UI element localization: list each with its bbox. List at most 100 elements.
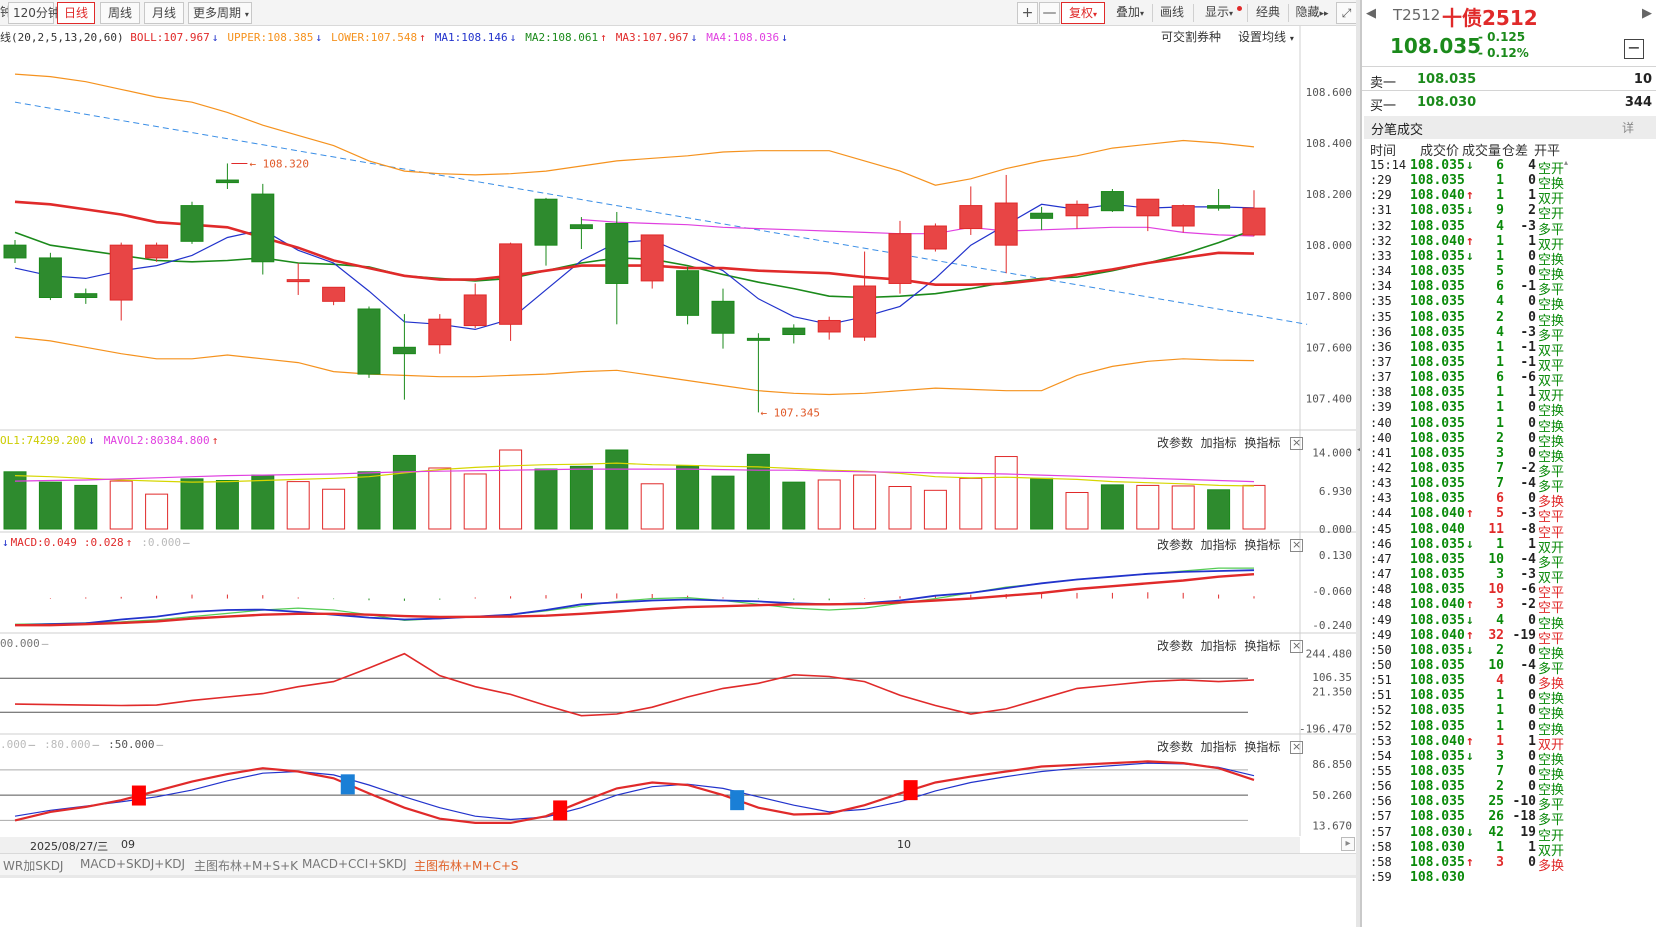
minimize-icon[interactable]: −	[1624, 39, 1644, 59]
tick-row: :51 108.035 4 0 多换	[1362, 673, 1656, 692]
period-monthly[interactable]: 月线	[144, 2, 184, 24]
tick-row: :47 108.035 3 -3 双平	[1362, 567, 1656, 586]
tick-volume: 1	[1496, 385, 1504, 401]
tick-oi-change: 0	[1528, 748, 1536, 764]
divider	[1362, 66, 1656, 67]
zoom-in-button[interactable]: +	[1017, 2, 1038, 24]
tick-oi-change: 0	[1528, 779, 1536, 795]
kdj-legend: .000—:80.000—:50.000—	[0, 738, 172, 751]
set-ma-dropdown[interactable]: 设置均线 ▾	[1238, 28, 1294, 45]
more-periods-dropdown[interactable]: 更多周期 ▾	[188, 2, 252, 24]
tab-macd-skdj-kdj[interactable]: MACD+SKDJ+KDJ	[80, 857, 185, 871]
cci-legend: 00.000—	[0, 637, 57, 650]
hide-button[interactable]: 隐藏▸▸	[1292, 2, 1332, 24]
legend-trend-icon: ↓	[509, 31, 517, 44]
adjust-rights-dropdown[interactable]: 复权▾	[1061, 2, 1105, 24]
tick-volume: 4	[1496, 324, 1504, 340]
y-axis-tick-label: 14.000	[1312, 447, 1352, 460]
period-daily[interactable]: 日线	[57, 2, 95, 24]
deliverable-bonds-link[interactable]: 可交割券种	[1161, 28, 1221, 45]
expand-icon[interactable]: ⤢	[1336, 2, 1357, 24]
tick-row: :50 108.035 10 -4 多平	[1362, 658, 1656, 677]
x-axis-bar	[0, 837, 1300, 853]
edit-params-button[interactable]: 改参数	[1157, 436, 1193, 450]
tick-oi-change: 0	[1528, 309, 1536, 325]
scroll-right-icon[interactable]: ▸	[1341, 837, 1355, 851]
volume-bar	[428, 467, 452, 530]
switch-indicator-button[interactable]: 换指标	[1244, 639, 1280, 653]
tick-time: :55	[1370, 764, 1392, 778]
prev-contract-icon[interactable]: ◀	[1366, 6, 1376, 21]
bottom-scrollbar[interactable]	[0, 875, 1358, 878]
tick-volume: 32	[1488, 627, 1504, 643]
legend-value: BOLL:107.967	[130, 31, 210, 44]
tick-oi-change: -18	[1512, 809, 1536, 825]
tick-row: :40 108.035 1 0 空换	[1362, 416, 1656, 435]
tick-price: 108.035	[1410, 294, 1465, 310]
period-120min[interactable]: 120分钟	[8, 2, 60, 24]
candle-body	[853, 285, 877, 338]
tick-direction-icon: ↓	[1466, 748, 1474, 764]
tab-wr-skdj[interactable]: WR加SKDJ	[3, 857, 63, 874]
switch-indicator-button[interactable]: 换指标	[1244, 538, 1280, 552]
tab-boll-m-c-s[interactable]: 主图布林+M+C+S	[414, 857, 519, 874]
add-indicator-button[interactable]: 加指标	[1201, 436, 1237, 450]
close-icon[interactable]: ×	[1290, 539, 1304, 552]
tick-time: :59	[1370, 870, 1392, 885]
kdj-pane-controls: 改参数 加指标 换指标 ×	[1157, 738, 1304, 755]
tick-time: :46	[1370, 536, 1392, 551]
tick-oi-change: -6	[1520, 370, 1536, 386]
close-icon[interactable]: ×	[1290, 640, 1304, 653]
tick-price: 108.035	[1410, 461, 1465, 476]
tick-volume: 3	[1496, 445, 1504, 461]
candle-body	[109, 244, 133, 301]
period-weekly[interactable]: 周线	[100, 2, 140, 24]
edit-params-button[interactable]: 改参数	[1157, 639, 1193, 653]
tick-row: :54 108.035 ↓ 3 0 空换	[1362, 748, 1656, 768]
tick-time: :57	[1370, 809, 1392, 824]
candle-body	[888, 233, 912, 284]
edit-params-button[interactable]: 改参数	[1157, 740, 1193, 754]
switch-indicator-button[interactable]: 换指标	[1244, 740, 1280, 754]
tick-direction-icon: ↓	[1466, 642, 1474, 658]
ticks-list[interactable]: 15:14 108.035 ↓ 6 4 空开:29 108.035 1 0 空换:29 108.04…	[1362, 158, 1656, 927]
legend-value: .000	[0, 738, 27, 751]
legend-trend-icon: ↑	[211, 434, 219, 447]
tick-oi-change: 0	[1528, 854, 1536, 870]
high-price-label: ← 108.320	[249, 157, 309, 170]
scroll-up-icon[interactable]: ▴	[1564, 158, 1568, 167]
legend-item: MAVOL2:80384.800 ↑	[104, 434, 221, 447]
legend-trend-icon: ↑	[419, 31, 426, 44]
tab-boll-m-s-k[interactable]: 主图布林+M+S+K	[194, 857, 298, 874]
edit-params-button[interactable]: 改参数	[1157, 538, 1193, 552]
switch-indicator-button[interactable]: 换指标	[1244, 436, 1280, 450]
tab-macd-cci-skdj[interactable]: MACD+CCI+SKDJ	[302, 857, 407, 871]
next-contract-icon[interactable]: ▶	[1642, 6, 1652, 21]
tick-volume: 7	[1496, 461, 1504, 476]
tick-volume: 3	[1496, 854, 1504, 870]
close-icon[interactable]: ×	[1290, 437, 1304, 450]
tick-price: 108.035	[1410, 718, 1465, 734]
candle-body	[1065, 203, 1089, 217]
legend-trend-icon: ↑	[125, 536, 133, 549]
add-indicator-button[interactable]: 加指标	[1201, 639, 1237, 653]
overlay-dropdown[interactable]: 叠加▾	[1108, 2, 1152, 24]
tick-direction-icon: ↓	[1466, 248, 1474, 264]
display-dropdown[interactable]: 显示▾	[1198, 2, 1240, 24]
add-indicator-button[interactable]: 加指标	[1201, 538, 1237, 552]
legend-trend-icon: —	[28, 738, 36, 751]
tick-time: :51	[1370, 673, 1392, 688]
tick-time: :41	[1370, 445, 1392, 460]
zoom-out-button[interactable]: —	[1039, 2, 1060, 24]
detail-button[interactable]: 详	[1622, 119, 1634, 136]
close-icon[interactable]: ×	[1290, 741, 1304, 754]
tick-row: 15:14 108.035 ↓ 6 4 空开	[1362, 158, 1656, 177]
classic-button[interactable]: 经典	[1252, 2, 1284, 24]
kline-chart-svg[interactable]: 108.600 108.400 108.200 108.000 107.800 107.6…	[0, 26, 1358, 902]
volume-bar	[959, 477, 983, 530]
legend-item: LOWER:107.548 ↑	[331, 31, 428, 44]
y-axis-tick-label: 50.260	[1312, 789, 1352, 802]
add-indicator-button[interactable]: 加指标	[1201, 740, 1237, 754]
draw-line-button[interactable]: 画线	[1156, 2, 1188, 24]
notification-dot	[1237, 6, 1242, 11]
